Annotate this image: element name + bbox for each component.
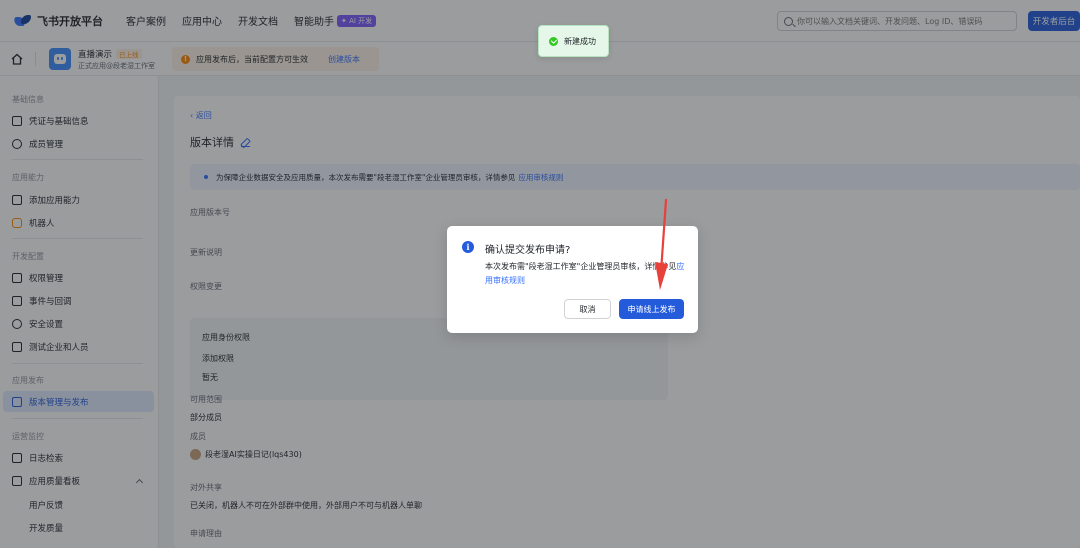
- toast-text: 新建成功: [564, 36, 596, 46]
- cancel-button[interactable]: 取消: [564, 299, 611, 319]
- dialog-body-text: 本次发布需"段老湿工作室"企业管理员审核，详情参见: [485, 262, 677, 271]
- dialog-title: 确认提交发布申请?: [485, 245, 571, 256]
- dialog-body: 本次发布需"段老湿工作室"企业管理员审核，详情参见应用审核规则: [485, 260, 690, 288]
- success-toast: 新建成功: [538, 25, 609, 57]
- info-icon: i: [462, 241, 474, 253]
- confirm-dialog: i 确认提交发布申请? 本次发布需"段老湿工作室"企业管理员审核，详情参见应用审…: [447, 226, 698, 333]
- apply-publish-button[interactable]: 申请线上发布: [619, 299, 684, 319]
- check-circle-icon: [549, 36, 558, 46]
